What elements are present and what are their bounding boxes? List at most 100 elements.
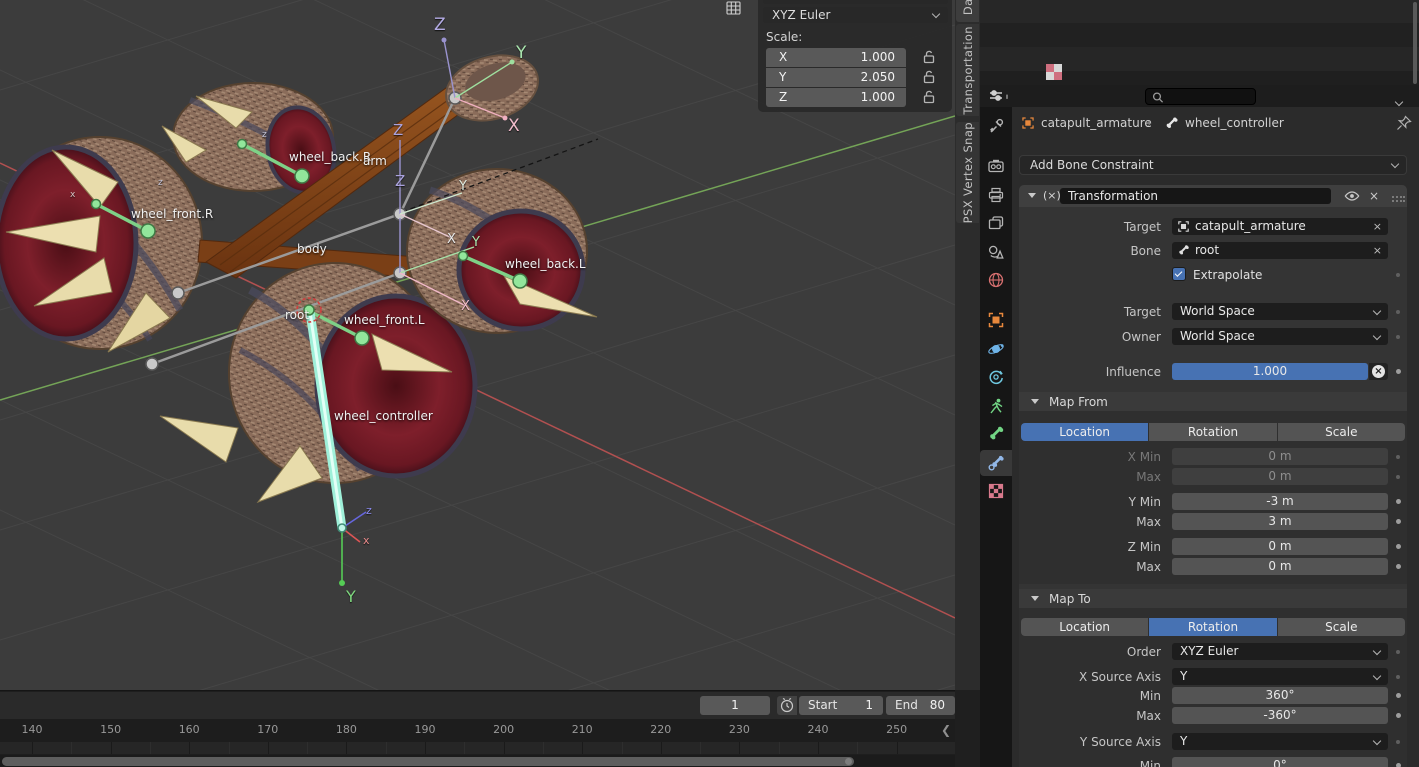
timeline-scrollbar[interactable] [2, 757, 854, 766]
animate-dot[interactable] [1396, 455, 1400, 459]
order-dropdown[interactable]: XYZ Euler [1172, 643, 1388, 660]
animate-dot[interactable] [1396, 273, 1400, 277]
frame-end-field[interactable]: End 80 [886, 696, 955, 715]
clear-icon[interactable]: × [1373, 242, 1382, 259]
properties-tab-output[interactable] [980, 182, 1012, 208]
map-from-value-field[interactable]: 0 m [1172, 468, 1388, 485]
properties-tab-render[interactable] [980, 153, 1012, 179]
sidebar-tab-psx-vertex-snap[interactable]: PSX Vertex Snap [956, 122, 979, 223]
timeline-ruler[interactable]: 140150160170180190200210220230240250 [0, 719, 955, 742]
animate-dot[interactable] [1396, 693, 1401, 698]
properties-tab-scene[interactable] [980, 239, 1012, 265]
animate-dot[interactable] [1396, 675, 1400, 679]
x-max-field[interactable]: -360° [1172, 707, 1388, 724]
map-from-value-field[interactable]: 0 m [1172, 448, 1388, 465]
properties-tab-bone-constraint[interactable] [980, 450, 1012, 476]
animate-dot[interactable] [1396, 475, 1400, 479]
outliner-scrollbar[interactable] [1413, 2, 1417, 84]
outliner-area[interactable] [980, 0, 1419, 85]
properties-tab-armature-data[interactable] [980, 393, 1012, 419]
properties-tab-texture[interactable] [980, 478, 1012, 504]
object-icon[interactable] [1021, 116, 1035, 130]
timeline-tick-150: 150 [100, 723, 121, 736]
scrollbar-handle-dot[interactable] [845, 758, 852, 765]
map-from-header[interactable]: Map From [1019, 392, 1407, 411]
animate-dot[interactable] [1396, 519, 1401, 524]
y-min-field[interactable]: 0° [1172, 757, 1388, 767]
current-frame-field[interactable]: 1 [700, 696, 770, 715]
animate-dot[interactable] [1396, 650, 1400, 654]
properties-tab-tool[interactable] [980, 113, 1012, 139]
animate-dot[interactable] [1396, 564, 1401, 569]
search-input[interactable] [1145, 88, 1256, 105]
influence-slider[interactable]: 1.000 [1172, 363, 1368, 380]
owner-space-dropdown[interactable]: World Space [1172, 328, 1388, 345]
map-from-tab-location[interactable]: Location [1021, 423, 1148, 441]
clear-icon[interactable]: × [1373, 218, 1382, 235]
scale-x-field[interactable]: X1.000 [766, 48, 906, 67]
y-source-axis-dropdown[interactable]: Y [1172, 733, 1388, 750]
sidebar-tab-transportation[interactable]: Transportation [956, 24, 979, 116]
timeline-tick-210: 210 [572, 723, 593, 736]
animate-dot[interactable] [1396, 310, 1400, 314]
extrapolate-checkbox[interactable] [1172, 267, 1186, 281]
frame-start-field[interactable]: Start 1 [799, 696, 883, 715]
timeline-editor[interactable]: 1 Start 1 End 80 14015016017018019020021… [0, 690, 955, 767]
constraint-name-field[interactable]: Transformation [1060, 188, 1331, 204]
properties-tab-bone[interactable] [980, 421, 1012, 447]
animate-dot[interactable] [1396, 713, 1401, 718]
unlock-icon[interactable] [922, 89, 936, 105]
editor-type-button[interactable] [987, 87, 1013, 105]
breadcrumb-object[interactable]: catapult_armature [1041, 116, 1152, 130]
animate-dot[interactable] [1396, 740, 1400, 744]
scale-z-field[interactable]: Z1.000 [766, 88, 906, 107]
target-space-dropdown[interactable]: World Space [1172, 303, 1388, 320]
bone-icon[interactable] [1164, 116, 1179, 131]
sidebar-tab-daz[interactable]: Daz [956, 0, 979, 22]
animate-dot[interactable] [1396, 763, 1401, 767]
properties-tab-constraints[interactable] [980, 364, 1012, 390]
constraint-panel-header[interactable]: (×) Transformation × [1019, 185, 1407, 207]
bone-field[interactable]: root × [1172, 242, 1388, 259]
3d-viewport[interactable]: wheel_back.Rarmwheel_front.Rbodywheel_ba… [0, 0, 955, 690]
map-to-tab-location[interactable]: Location [1021, 618, 1148, 636]
drag-handle-icon[interactable] [1391, 192, 1405, 206]
map-to-header[interactable]: Map To [1019, 589, 1407, 608]
map-to-tab-rotation[interactable]: Rotation [1149, 618, 1276, 636]
breadcrumb-bone[interactable]: wheel_controller [1185, 116, 1284, 130]
tick-line [189, 742, 190, 754]
map-from-value-field[interactable]: 3 m [1172, 513, 1388, 530]
x-source-axis-dropdown[interactable]: Y [1172, 668, 1388, 685]
animate-dot[interactable] [1396, 499, 1401, 504]
target-object-field[interactable]: catapult_armature × [1172, 218, 1388, 235]
rotation-mode-value: XYZ Euler [772, 8, 830, 22]
map-from-tab-scale[interactable]: Scale [1278, 423, 1405, 441]
close-icon[interactable]: × [1369, 189, 1379, 203]
unlock-icon[interactable] [922, 69, 936, 85]
x-min-field[interactable]: 360° [1172, 687, 1388, 704]
map-from-tab-rotation[interactable]: Rotation [1149, 423, 1276, 441]
grid-icon[interactable] [726, 1, 744, 17]
expand-triangle-icon[interactable] [1028, 193, 1036, 198]
rotation-mode-dropdown[interactable]: XYZ Euler [763, 7, 948, 23]
clear-keyframe-button[interactable]: × [1369, 363, 1388, 380]
add-bone-constraint-dropdown[interactable]: Add Bone Constraint [1019, 155, 1407, 175]
animate-dot[interactable] [1396, 369, 1401, 374]
properties-tab-object[interactable] [980, 307, 1012, 333]
properties-tab-physics[interactable] [980, 336, 1012, 362]
properties-tab-view-layer[interactable] [980, 210, 1012, 236]
timeline-scroll-track[interactable] [0, 755, 955, 767]
map-from-value-field[interactable]: -3 m [1172, 493, 1388, 510]
map-from-value-field[interactable]: 0 m [1172, 538, 1388, 555]
map-from-value-field[interactable]: 0 m [1172, 558, 1388, 575]
animate-dot[interactable] [1396, 335, 1400, 339]
eye-icon[interactable] [1344, 189, 1360, 203]
properties-tab-world[interactable] [980, 267, 1012, 293]
clock-icon[interactable] [777, 696, 797, 715]
scale-y-field[interactable]: Y2.050 [766, 68, 906, 87]
animate-dot[interactable] [1396, 544, 1401, 549]
map-to-tab-scale[interactable]: Scale [1278, 618, 1405, 636]
pin-icon[interactable] [1396, 115, 1412, 131]
collapse-arrow-icon[interactable]: ❮ [941, 723, 951, 737]
unlock-icon[interactable] [922, 49, 936, 65]
